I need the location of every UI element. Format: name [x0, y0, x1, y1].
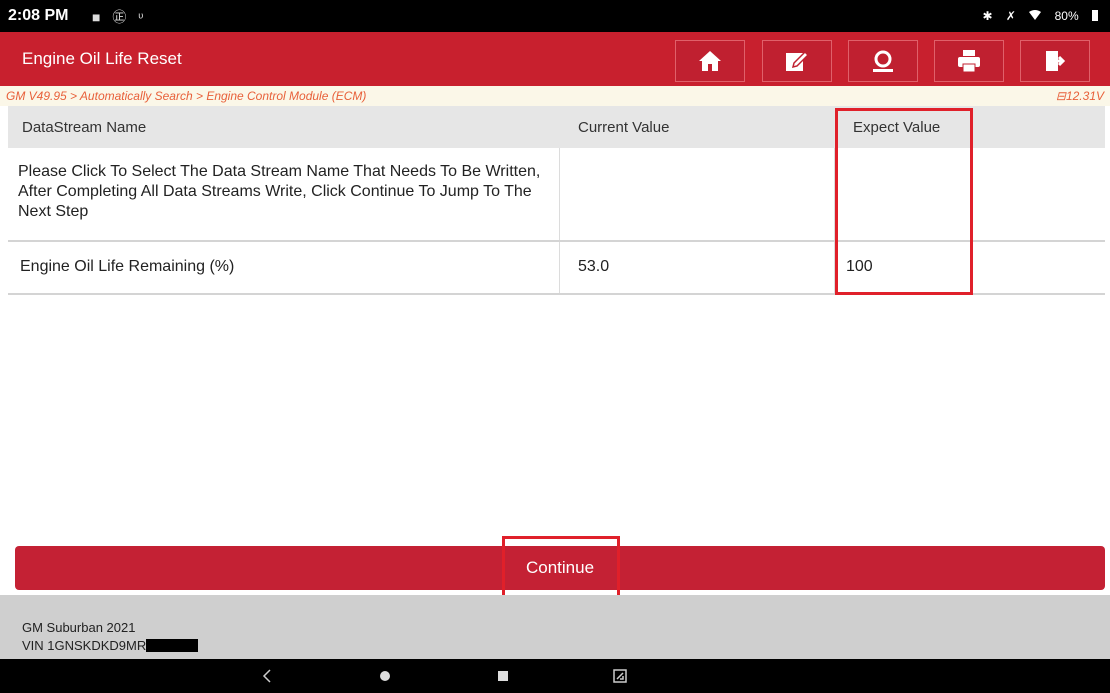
battery-voltage: ⊟12.31V: [1055, 89, 1104, 103]
vehicle-info: GM Suburban 2021 VIN 1GNSKDKD9MR: [0, 595, 1110, 659]
back-button[interactable]: [247, 659, 287, 693]
battery-icon: [1092, 10, 1098, 21]
screenshot-button[interactable]: [600, 659, 640, 693]
instruction-text: Please Click To Select The Data Stream N…: [18, 163, 541, 220]
edit-report-button[interactable]: [762, 40, 832, 82]
exit-icon: [1046, 51, 1066, 71]
home-icon: [699, 51, 721, 71]
vin-text: VIN 1GNSKDKD9MR: [22, 638, 147, 653]
column-header-current: Current Value: [578, 119, 670, 136]
support-button[interactable]: [848, 40, 918, 82]
column-divider: [559, 242, 560, 293]
column-divider: [559, 148, 560, 240]
notification-icons: ■ ㊣ ᶹ: [92, 9, 148, 25]
title-bar: Engine Oil Life Reset: [0, 32, 1110, 86]
recents-icon: [498, 671, 508, 681]
breadcrumb: GM V49.95 > Automatically Search > Engin…: [0, 86, 1110, 106]
vehicle-model: GM Suburban 2021: [22, 620, 136, 635]
continue-highlight: [502, 536, 620, 601]
mute-icon: ✗: [1005, 9, 1016, 23]
vehicle-vin: VIN 1GNSKDKD9MR: [22, 638, 199, 653]
edit-report-icon: [786, 50, 809, 71]
print-icon: [958, 50, 980, 73]
home-nav-button[interactable]: [365, 659, 405, 693]
back-icon: [262, 669, 271, 683]
bluetooth-icon: ✱: [982, 9, 993, 23]
system-tray: ✱ ✗ 80%: [972, 9, 1098, 23]
breadcrumb-path: GM V49.95 > Automatically Search > Engin…: [6, 89, 367, 103]
expect-value-highlight: [835, 108, 973, 295]
exit-button[interactable]: [1020, 40, 1090, 82]
column-header-name: DataStream Name: [22, 119, 147, 136]
page-title: Engine Oil Life Reset: [22, 49, 182, 68]
clock: 2:08 PM: [8, 7, 69, 24]
status-bar: 2:08 PM ■ ㊣ ᶹ ✱ ✗ 80%: [0, 0, 1110, 32]
home-button[interactable]: [675, 40, 745, 82]
battery-level: 80%: [1054, 9, 1079, 23]
navigation-bar: [0, 659, 1110, 693]
home-circle-icon: [380, 671, 390, 681]
datastream-name[interactable]: Engine Oil Life Remaining (%): [20, 258, 234, 276]
wifi-icon: [1029, 9, 1044, 23]
current-value-cell: 53.0: [578, 258, 610, 275]
vin-redaction: [146, 639, 199, 652]
recents-button[interactable]: [483, 659, 523, 693]
screenshot-icon: [613, 669, 627, 683]
print-button[interactable]: [934, 40, 1004, 82]
support-icon: [873, 50, 893, 72]
